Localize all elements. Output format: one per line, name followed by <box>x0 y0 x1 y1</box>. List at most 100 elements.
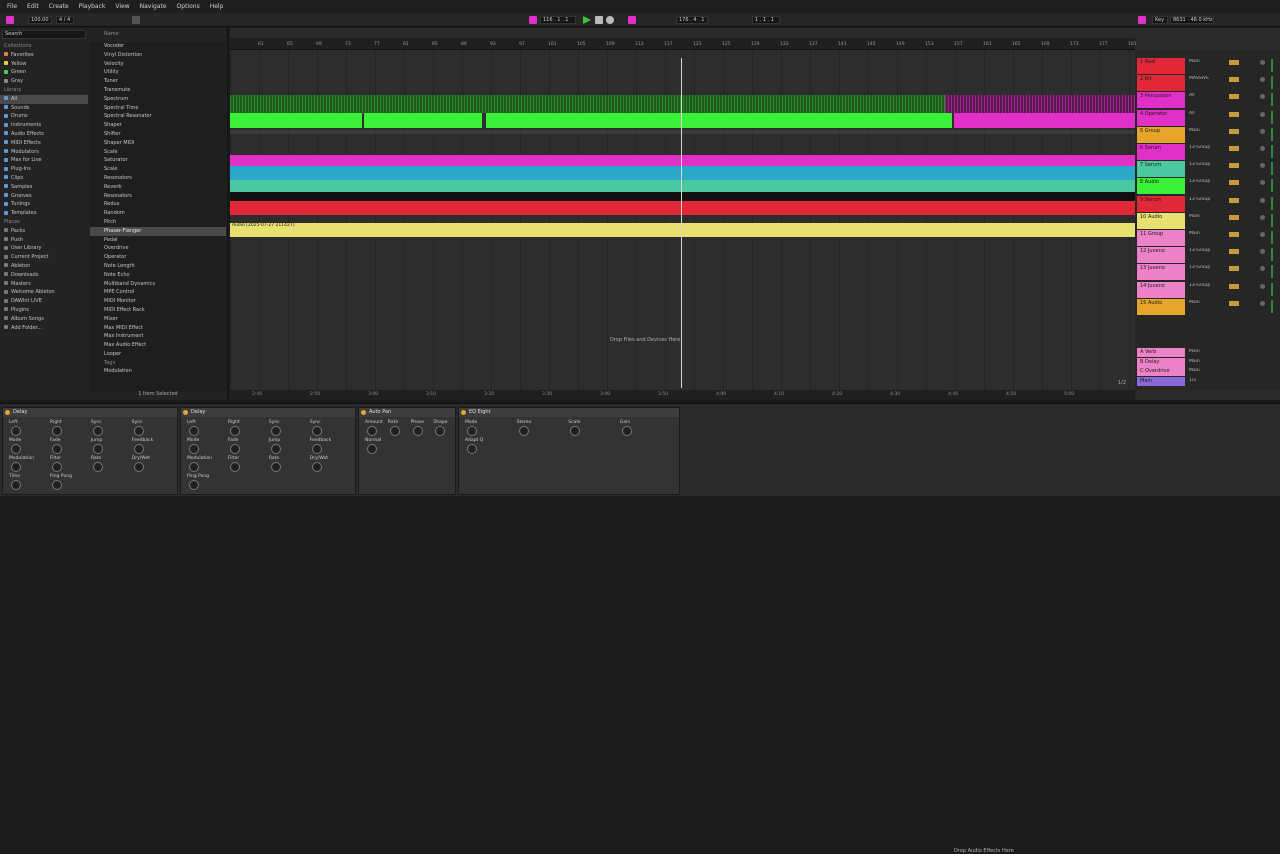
arm-icon[interactable] <box>1260 60 1265 65</box>
param-knob[interactable] <box>11 462 21 472</box>
tap-icon[interactable] <box>6 16 14 24</box>
param-knob[interactable] <box>229 444 240 454</box>
track-name[interactable]: 3 Percussion <box>1137 92 1185 109</box>
arm-icon[interactable] <box>1260 283 1265 289</box>
track-name[interactable]: 8 Audio <box>1137 178 1185 195</box>
return-output[interactable]: Main <box>1189 349 1219 354</box>
device-delay[interactable]: Delay Left Right Sync Sync Mode Fade Jump Feedba… <box>180 407 356 495</box>
browser-item[interactable]: Resonators <box>90 192 226 201</box>
track-header[interactable]: 3 Percussion All <box>1135 92 1280 109</box>
browser-item[interactable]: Shaper <box>90 121 226 130</box>
arm-icon[interactable] <box>1260 232 1265 237</box>
param-knob[interactable] <box>270 462 281 472</box>
browser-item[interactable]: MIDI Monitor <box>90 297 226 306</box>
return-track-header[interactable]: B Delay Main <box>1135 357 1280 367</box>
param-knob[interactable] <box>11 426 21 436</box>
track-name[interactable]: 1 Reel <box>1137 58 1185 74</box>
track-activator-icon[interactable] <box>1229 283 1239 289</box>
track-header[interactable]: 6 Serum 13-Group <box>1135 144 1280 160</box>
time-ruler[interactable]: 2:40 2:50 3:00 3:10 3:20 3:30 3:40 3:50 4:00 4:10… <box>230 390 1135 400</box>
menu-item-help[interactable]: Help <box>210 3 224 10</box>
collection-item[interactable]: Favorites <box>0 51 88 60</box>
place-item[interactable]: Album Songs <box>0 315 88 324</box>
library-item[interactable]: Tunings <box>0 200 88 209</box>
time-signature[interactable]: 4 / 4 <box>56 16 74 24</box>
browser-item[interactable]: Phaser-Flanger <box>90 226 226 236</box>
library-item[interactable]: Clips <box>0 174 88 183</box>
arm-icon[interactable] <box>1260 128 1265 134</box>
track-header[interactable]: 4 Operator All <box>1135 109 1280 126</box>
track-header[interactable]: 13 Juveno 13-Group <box>1135 264 1280 281</box>
beat-ruler[interactable]: 61 65 69 73 77 81 85 89 93 97 101 105 109 113 117 121 12… <box>230 38 1137 50</box>
browser-item[interactable]: Transmute <box>90 86 226 95</box>
param-knob[interactable] <box>570 426 581 436</box>
arm-icon[interactable] <box>1260 197 1265 203</box>
place-item[interactable]: Welcome Ableton <box>0 288 88 297</box>
return-output[interactable]: 1/2 <box>1189 378 1219 383</box>
track-header[interactable]: 1 Reel Main <box>1135 58 1280 74</box>
library-item[interactable]: Samples <box>0 183 88 192</box>
param-knob[interactable] <box>229 462 240 472</box>
param-knob[interactable] <box>412 426 423 436</box>
collection-item[interactable]: Gray <box>0 77 88 86</box>
follow-icon[interactable] <box>529 16 537 24</box>
track-output[interactable]: Main <box>1189 59 1219 64</box>
return-track-header[interactable]: A Verb Main <box>1135 348 1280 357</box>
browser-item[interactable]: Max Audio Effect <box>90 341 226 350</box>
browser-item[interactable]: Vinyl Distortion <box>90 51 226 60</box>
track-output[interactable]: 13-Group <box>1189 179 1219 184</box>
track-name[interactable]: 7 Serum <box>1137 161 1185 178</box>
track-output[interactable]: 13-Group <box>1189 145 1219 150</box>
browser-item[interactable]: Pedal <box>90 236 226 245</box>
track-header[interactable]: 11 Group Main <box>1135 230 1280 246</box>
place-item[interactable]: Masters <box>0 280 88 289</box>
param-knob[interactable] <box>467 444 477 454</box>
param-knob[interactable] <box>189 462 199 472</box>
track-name[interactable]: 11 Group <box>1137 230 1185 246</box>
param-knob[interactable] <box>389 426 400 436</box>
place-item[interactable]: Downloads <box>0 271 88 280</box>
track-output[interactable]: All <box>1189 111 1219 116</box>
arm-icon[interactable] <box>1260 146 1265 151</box>
param-knob[interactable] <box>51 426 62 436</box>
place-item[interactable]: User Library <box>0 244 88 253</box>
param-knob[interactable] <box>92 462 103 472</box>
browser-item[interactable]: Spectrum <box>90 95 226 104</box>
param-knob[interactable] <box>621 426 632 436</box>
track-activator-icon[interactable] <box>1229 77 1239 83</box>
browser-item[interactable]: Operator <box>90 253 226 262</box>
browser-item[interactable]: Multiband Dynamics <box>90 280 226 289</box>
browser-item[interactable]: MPE Control <box>90 288 226 297</box>
param-knob[interactable] <box>51 462 62 472</box>
browser-item[interactable]: Random <box>90 209 226 218</box>
metronome-icon[interactable] <box>132 16 140 24</box>
power-icon[interactable] <box>183 410 188 415</box>
track-header[interactable]: 9 Serum 13-Group <box>1135 195 1280 212</box>
library-item[interactable]: Templates <box>0 209 88 218</box>
midi-clip[interactable] <box>230 201 1135 215</box>
browser-item[interactable]: MIDI Effect Rack <box>90 306 226 315</box>
library-item[interactable]: Audio Effects <box>0 130 88 139</box>
param-knob[interactable] <box>435 426 446 436</box>
library-item[interactable]: Max for Live <box>0 156 88 165</box>
track-header[interactable]: 12 Juveno 13-Group <box>1135 247 1280 264</box>
menu-item-edit[interactable]: Edit <box>27 3 39 10</box>
power-icon[interactable] <box>361 410 366 415</box>
midi-clip[interactable] <box>230 113 362 128</box>
param-knob[interactable] <box>189 480 199 490</box>
track-output[interactable]: 13-Group <box>1189 265 1219 270</box>
midi-clip[interactable] <box>230 155 1135 166</box>
track-name[interactable]: 2 Kit <box>1137 75 1185 92</box>
param-knob[interactable] <box>467 426 477 436</box>
track-activator-icon[interactable] <box>1229 232 1239 237</box>
param-knob[interactable] <box>189 444 199 454</box>
browser-item[interactable]: Shaper MIDI <box>90 139 226 148</box>
track-name[interactable]: 14 Juveno <box>1137 281 1185 298</box>
track-header[interactable]: 10 Audio Main <box>1135 212 1280 229</box>
track-output[interactable]: Main <box>1189 128 1219 133</box>
param-knob[interactable] <box>270 444 281 454</box>
param-knob[interactable] <box>11 444 21 454</box>
place-item[interactable]: Ableton <box>0 262 88 271</box>
return-track-header[interactable]: C Overdrive Main <box>1135 367 1280 376</box>
arm-icon[interactable] <box>1260 249 1265 255</box>
